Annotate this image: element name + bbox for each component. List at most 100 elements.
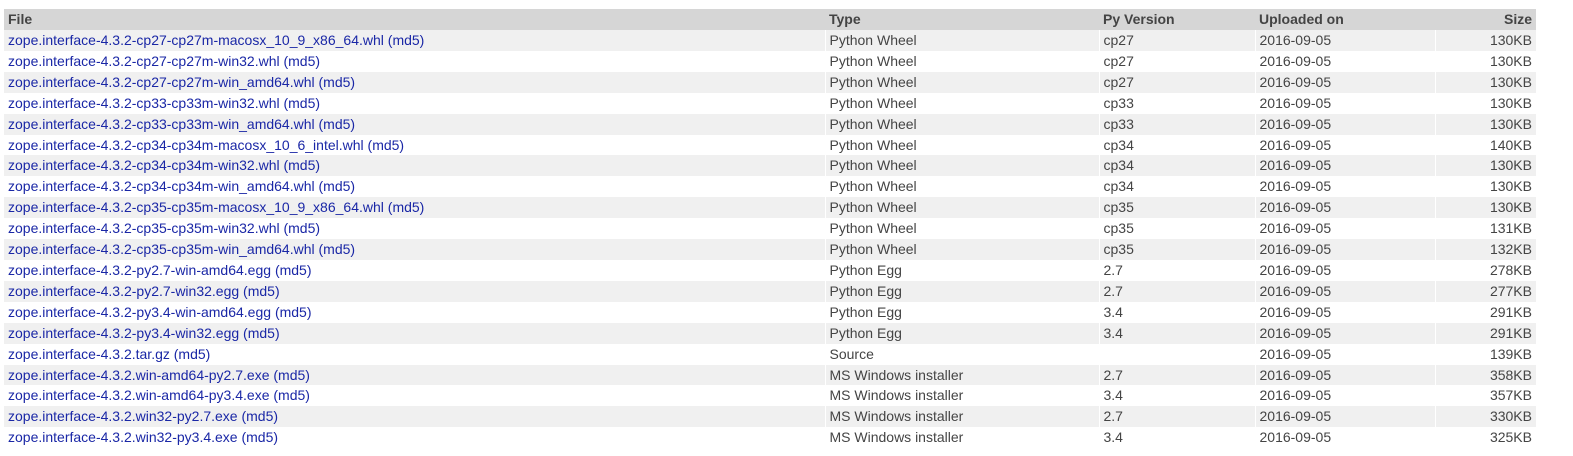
file-cell: zope.interface-4.3.2-cp35-cp35m-macosx_1… [4,197,825,218]
type-cell: Python Egg [824,259,1099,281]
py-version-cell: 3.4 [1098,385,1255,407]
py-version-cell: 2.7 [1098,406,1255,428]
file-download-link[interactable]: zope.interface-4.3.2-cp35-cp35m-macosx_1… [8,199,384,215]
size-cell: 130KB [1434,113,1536,135]
table-row: zope.interface-4.3.2.win32-py3.4.exe (md… [4,427,1536,449]
file-cell: zope.interface-4.3.2-cp34-cp34m-win_amd6… [4,176,825,197]
md5-link[interactable]: (md5) [283,95,320,111]
uploaded-on-cell: 2016-09-05 [1254,406,1435,428]
size-cell: 330KB [1434,406,1536,428]
md5-link[interactable]: (md5) [283,220,320,236]
type-cell: Python Wheel [824,50,1099,72]
file-download-link[interactable]: zope.interface-4.3.2-cp33-cp33m-win32.wh… [8,95,280,111]
table-header: File Type Py Version Uploaded on Size [4,9,1536,30]
size-cell: 291KB [1434,301,1536,323]
type-cell: Python Wheel [824,218,1099,240]
file-download-link[interactable]: zope.interface-4.3.2.win-amd64-py2.7.exe [8,367,269,383]
py-version-cell: 2.7 [1098,280,1255,302]
py-version-cell [1098,343,1255,365]
file-download-link[interactable]: zope.interface-4.3.2-cp35-cp35m-win32.wh… [8,220,280,236]
uploaded-on-cell: 2016-09-05 [1254,92,1435,114]
column-header-file: File [8,11,33,27]
py-version-cell: cp27 [1098,71,1255,93]
file-cell: zope.interface-4.3.2-cp33-cp33m-win32.wh… [4,93,825,114]
md5-link[interactable]: (md5) [241,429,278,445]
file-download-link[interactable]: zope.interface-4.3.2-cp34-cp34m-win_amd6… [8,178,315,194]
md5-link[interactable]: (md5) [275,262,312,278]
column-header-py-version: Py Version [1103,11,1175,27]
md5-link[interactable]: (md5) [283,157,320,173]
size-cell: 291KB [1434,322,1536,344]
file-download-link[interactable]: zope.interface-4.3.2-cp34-cp34m-win32.wh… [8,157,280,173]
table-row: zope.interface-4.3.2.win-amd64-py2.7.exe… [4,364,1536,386]
type-cell: MS Windows installer [824,406,1099,428]
column-header-type: Type [829,11,861,27]
uploaded-on-cell: 2016-09-05 [1254,155,1435,177]
md5-link[interactable]: (md5) [273,367,310,383]
md5-link[interactable]: (md5) [368,137,405,153]
type-cell: Python Egg [824,280,1099,302]
table-row: zope.interface-4.3.2-cp34-cp34m-win_amd6… [4,176,1536,198]
file-cell: zope.interface-4.3.2.win32-py2.7.exe (md… [4,406,825,427]
uploaded-on-cell: 2016-09-05 [1254,113,1435,135]
md5-link[interactable]: (md5) [388,199,425,215]
file-download-link[interactable]: zope.interface-4.3.2-cp27-cp27m-win_amd6… [8,74,315,90]
md5-link[interactable]: (md5) [174,346,211,362]
py-version-cell: cp27 [1098,50,1255,72]
table-row: zope.interface-4.3.2-py3.4-win32.egg (md… [4,322,1536,344]
file-download-link[interactable]: zope.interface-4.3.2-cp27-cp27m-win32.wh… [8,53,280,69]
file-download-link[interactable]: zope.interface-4.3.2.win32-py3.4.exe [8,429,238,445]
uploaded-on-cell: 2016-09-05 [1254,218,1435,240]
type-cell: Python Wheel [824,155,1099,177]
file-download-link[interactable]: zope.interface-4.3.2-cp27-cp27m-macosx_1… [8,32,384,48]
file-download-link[interactable]: zope.interface-4.3.2-py2.7-win32.egg [8,283,239,299]
file-download-link[interactable]: zope.interface-4.3.2.win-amd64-py3.4.exe [8,387,269,403]
type-cell: MS Windows installer [824,385,1099,407]
type-cell: Python Egg [824,301,1099,323]
py-version-cell: cp33 [1098,92,1255,114]
md5-link[interactable]: (md5) [319,116,356,132]
table-row: zope.interface-4.3.2-cp35-cp35m-win32.wh… [4,218,1536,240]
table-row: zope.interface-4.3.2-py3.4-win-amd64.egg… [4,301,1536,323]
uploaded-on-cell: 2016-09-05 [1254,280,1435,302]
md5-link[interactable]: (md5) [388,32,425,48]
py-version-cell: cp34 [1098,155,1255,177]
size-cell: 130KB [1434,50,1536,72]
py-version-cell: cp35 [1098,239,1255,260]
md5-link[interactable]: (md5) [283,53,320,69]
md5-link[interactable]: (md5) [241,408,278,424]
table-row: zope.interface-4.3.2-cp27-cp27m-win_amd6… [4,71,1536,93]
md5-link[interactable]: (md5) [319,241,356,257]
uploaded-on-cell: 2016-09-05 [1254,301,1435,323]
table-body: zope.interface-4.3.2-cp27-cp27m-macosx_1… [4,30,1536,449]
file-download-link[interactable]: zope.interface-4.3.2-cp34-cp34m-macosx_1… [8,137,364,153]
size-cell: 130KB [1434,155,1536,177]
file-download-link[interactable]: zope.interface-4.3.2.tar.gz [8,346,170,362]
file-cell: zope.interface-4.3.2-py3.4-win-amd64.egg… [4,302,825,323]
type-cell: Python Egg [824,322,1099,344]
size-cell: 130KB [1434,197,1536,219]
size-cell: 130KB [1434,92,1536,114]
file-download-link[interactable]: zope.interface-4.3.2-py3.4-win-amd64.egg [8,304,271,320]
file-download-link[interactable]: zope.interface-4.3.2-py3.4-win32.egg [8,325,239,341]
md5-link[interactable]: (md5) [275,304,312,320]
uploaded-on-cell: 2016-09-05 [1254,364,1435,386]
type-cell: MS Windows installer [824,427,1099,449]
table-row: zope.interface-4.3.2-cp33-cp33m-win32.wh… [4,92,1536,114]
type-cell: Python Wheel [824,71,1099,93]
file-download-link[interactable]: zope.interface-4.3.2.win32-py2.7.exe [8,408,238,424]
type-cell: Python Wheel [824,239,1099,260]
file-cell: zope.interface-4.3.2-cp35-cp35m-win_amd6… [4,239,825,260]
file-download-link[interactable]: zope.interface-4.3.2-cp33-cp33m-win_amd6… [8,116,315,132]
file-cell: zope.interface-4.3.2.tar.gz (md5) [4,344,825,365]
md5-link[interactable]: (md5) [319,74,356,90]
md5-link[interactable]: (md5) [273,387,310,403]
size-cell: 132KB [1434,239,1536,260]
md5-link[interactable]: (md5) [243,325,280,341]
py-version-cell: 2.7 [1098,259,1255,281]
file-download-link[interactable]: zope.interface-4.3.2-cp35-cp35m-win_amd6… [8,241,315,257]
md5-link[interactable]: (md5) [243,283,280,299]
file-download-link[interactable]: zope.interface-4.3.2-py2.7-win-amd64.egg [8,262,271,278]
size-cell: 130KB [1434,30,1536,51]
md5-link[interactable]: (md5) [319,178,356,194]
